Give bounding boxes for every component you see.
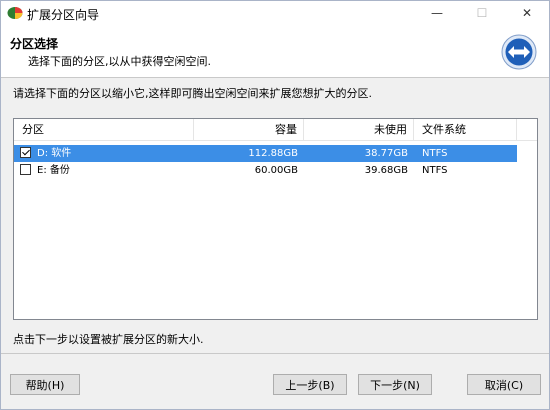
maximize-button[interactable]: ☐ [460,1,504,25]
back-button[interactable]: 上一步(B) [273,374,347,395]
help-button[interactable]: 帮助(H) [10,374,80,395]
window-title: 扩展分区向导 [27,8,100,22]
partition-unused: 38.77GB [364,148,408,159]
table-row[interactable]: E: 备份 60.00GB 39.68GB NTFS [14,162,517,179]
title-bar: 扩展分区向导 — ☐ ✕ [1,1,549,25]
partition-wizard-icon [7,7,23,19]
table-row[interactable]: D: 软件 112.88GB 38.77GB NTFS [14,145,517,162]
next-button[interactable]: 下一步(N) [358,374,432,395]
partition-checkbox[interactable] [20,147,31,158]
wizard-header: 分区选择 选择下面的分区,以从中获得空闲空间. [1,25,549,78]
divider [1,353,549,354]
double-arrow-icon [501,34,537,70]
partition-checkbox[interactable] [20,164,31,175]
column-capacity[interactable]: 容量 [194,119,304,140]
page-title: 分区选择 [10,37,59,51]
hint-text: 点击下一步以设置被扩展分区的新大小. [13,333,204,346]
column-filesystem[interactable]: 文件系统 [414,119,517,140]
column-partition[interactable]: 分区 [14,119,194,140]
close-button[interactable]: ✕ [505,1,549,25]
minimize-button[interactable]: — [415,1,459,25]
partition-filesystem: NTFS [422,148,448,159]
partition-filesystem: NTFS [422,165,448,176]
list-header: 分区 容量 未使用 文件系统 [14,119,537,141]
partition-unused: 39.68GB [364,165,408,176]
page-subtitle: 选择下面的分区,以从中获得空闲空间. [28,55,211,68]
partition-capacity: 112.88GB [248,148,298,159]
wizard-window: 扩展分区向导 — ☐ ✕ 分区选择 选择下面的分区,以从中获得空闲空间. 请选择… [0,0,550,410]
cancel-button[interactable]: 取消(C) [467,374,541,395]
partition-name: E: 备份 [37,165,70,176]
partition-capacity: 60.00GB [254,165,298,176]
column-unused[interactable]: 未使用 [304,119,414,140]
instruction-text: 请选择下面的分区以缩小它,这样即可腾出空闲空间来扩展您想扩大的分区. [13,87,372,100]
partition-list[interactable]: 分区 容量 未使用 文件系统 D: 软件 112.88GB 38.77GB NT… [13,118,538,320]
partition-name: D: 软件 [37,148,72,159]
